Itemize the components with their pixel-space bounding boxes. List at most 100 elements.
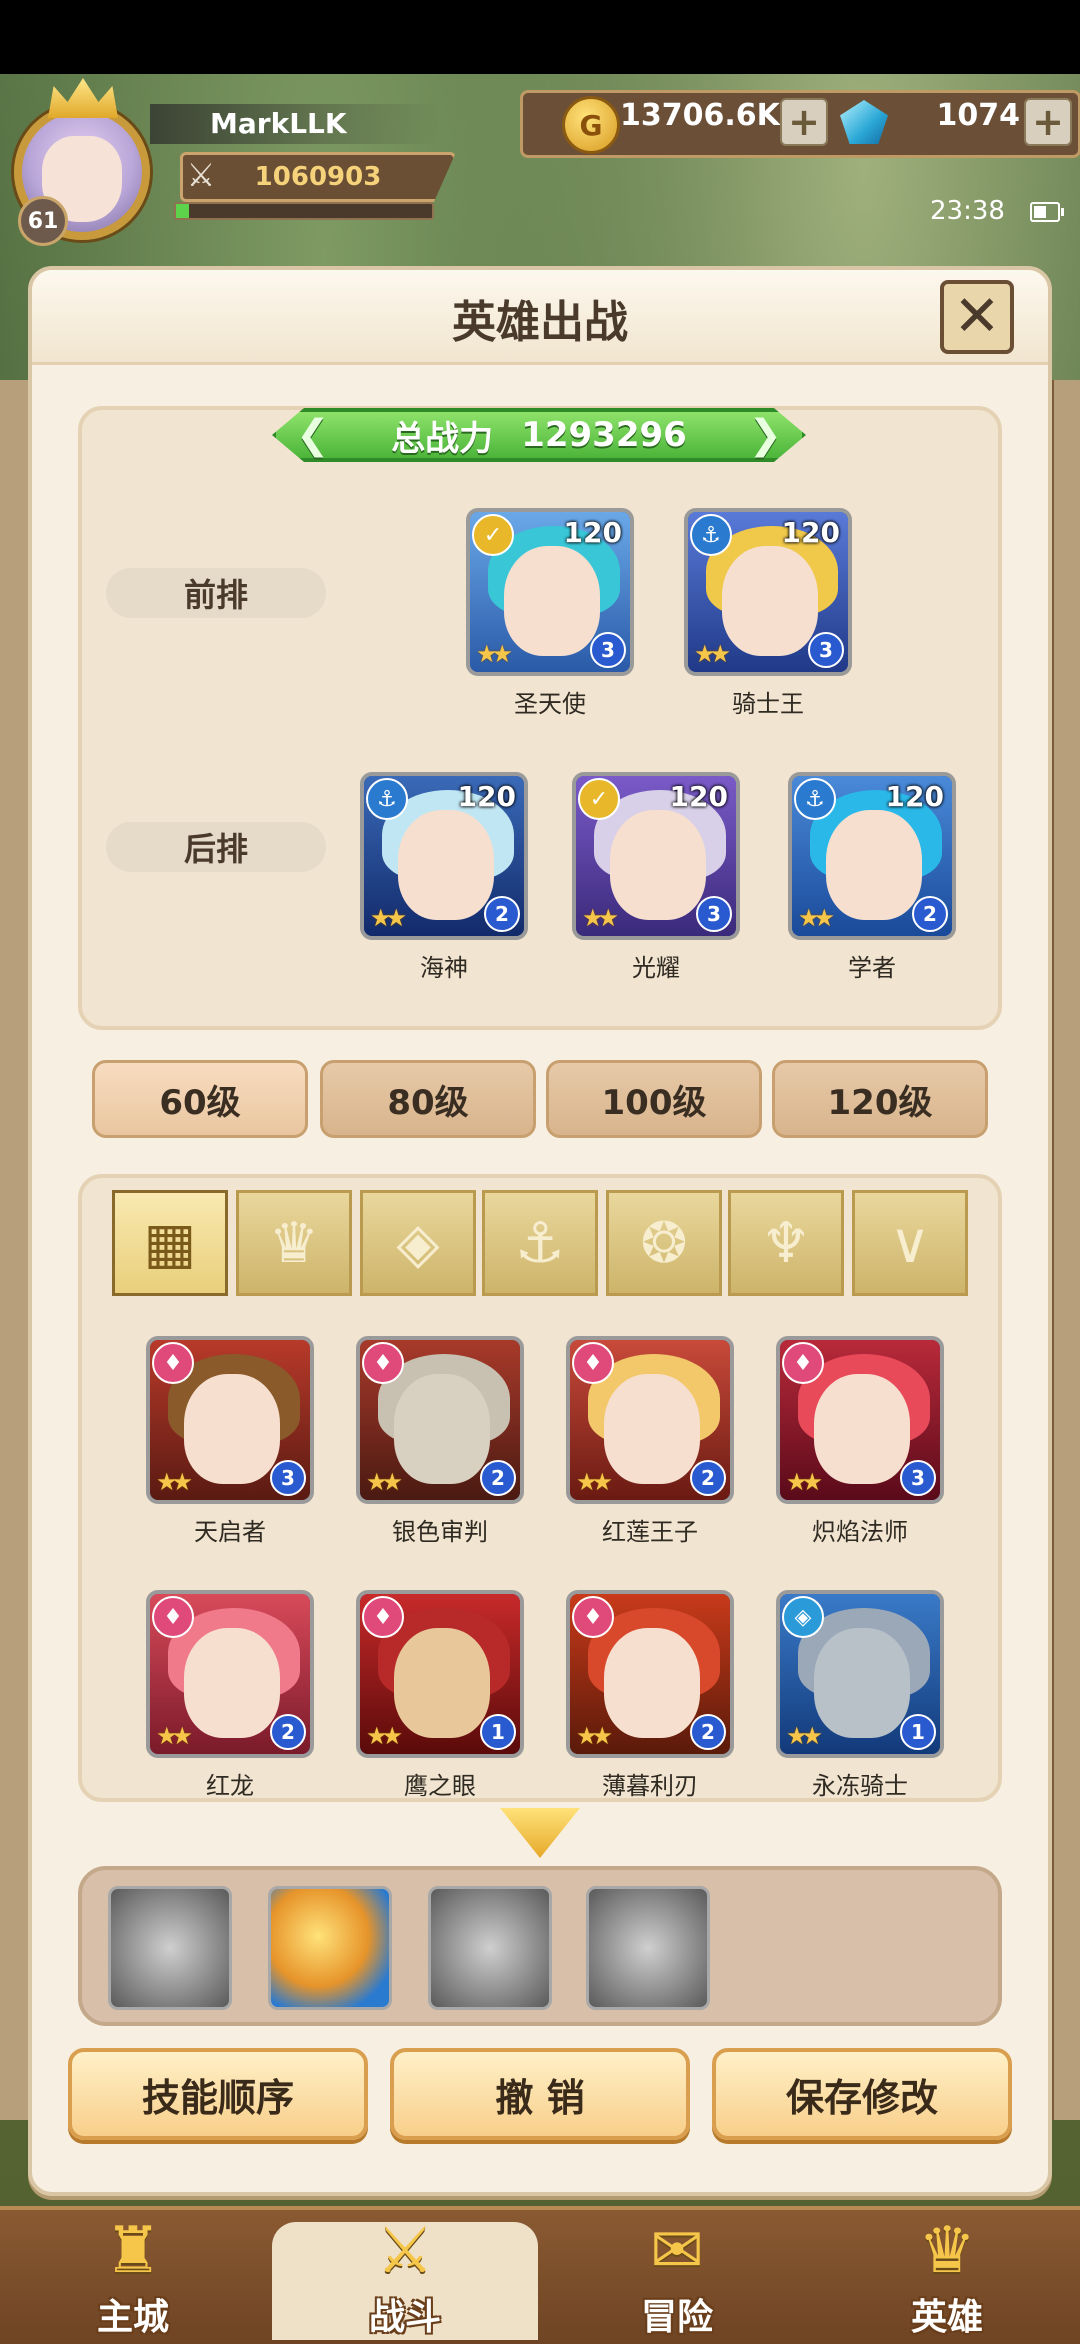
roster-hero-card[interactable]: ♦ ★★ 2 薄暮利刃 [566,1590,734,1801]
class-badge-icon: ✓ [578,778,620,820]
back-hero-card[interactable]: ⚓ 120 ★★ 2 海神 [360,772,528,983]
crown-icon: ♛ [268,1210,320,1276]
star-icons: ★★ [582,904,619,932]
hero-name: 薄暮利刃 [602,1772,698,1800]
front-row-label: 前排 [106,568,326,618]
level-filter-100[interactable]: 100级 [546,1060,762,1138]
tab-class-wolf[interactable]: ♆ [728,1190,844,1296]
horn-icon: ∨ [889,1210,931,1276]
nav-adventure[interactable]: ✉ 冒险 [544,2214,810,2340]
add-gems-button[interactable]: + [1024,98,1072,146]
grid-icon: ▦ [143,1210,197,1276]
hero-portrait: ♦ ★★ 3 [146,1336,314,1504]
class-badge-icon: ✓ [472,514,514,556]
back-hero-card[interactable]: ✓ 120 ★★ 3 光耀 [572,772,740,983]
skill-slot[interactable] [268,1886,392,2010]
hero-portrait: ♦ ★★ 2 [146,1590,314,1758]
star-icons: ★★ [156,1722,193,1750]
nav-heroes[interactable]: ♛ 英雄 [814,2214,1080,2340]
tab-class-anchor[interactable]: ⚓ [482,1190,598,1296]
exp-bar [174,202,434,220]
hero-rank: 3 [900,1460,936,1496]
hero-portrait: ♦ ★★ 2 [566,1590,734,1758]
anchor-icon: ⚓ [794,778,836,820]
front-hero-card[interactable]: ✓ 120 ★★ 3 圣天使 [466,508,634,719]
roster-hero-card[interactable]: ♦ ★★ 2 红龙 [146,1590,314,1801]
flame-class-icon: ♦ [572,1342,614,1384]
tab-class-crown[interactable]: ♛ [236,1190,352,1296]
skill-slot[interactable] [586,1886,710,2010]
hero-level: 120 [885,780,944,813]
hero-name: 学者 [848,954,896,982]
hero-portrait: ◈ ★★ 1 [776,1590,944,1758]
flame-class-icon: ♦ [782,1342,824,1384]
scroll-map-icon: ✉ [650,2214,704,2288]
close-icon: ✕ [953,284,1001,349]
nav-battle[interactable]: ⚔ 战斗 [272,2214,538,2340]
star-icons: ★★ [786,1722,823,1750]
hero-rank: 2 [690,1460,726,1496]
roster-hero-card[interactable]: ◈ ★★ 1 永冻骑士 [776,1590,944,1801]
skill-order-button[interactable]: 技能顺序 [68,2048,368,2140]
star-icons: ★★ [370,904,407,932]
close-button[interactable]: ✕ [940,280,1014,354]
exp-bar-fill [176,204,189,218]
save-button[interactable]: 保存修改 [712,2048,1012,2140]
right-frame-decoration [1050,380,1080,2120]
hero-name: 光耀 [632,954,680,982]
roster-hero-card[interactable]: ♦ ★★ 2 银色审判 [356,1336,524,1547]
gem-amount: 1074 [936,98,1021,133]
flame-class-icon: ♦ [572,1596,614,1638]
hero-level: 120 [563,516,622,549]
roster-hero-card[interactable]: ♦ ★★ 1 鹰之眼 [356,1590,524,1801]
tab-class-diamond[interactable]: ◈ [360,1190,476,1296]
skill-slot[interactable] [108,1886,232,2010]
clock: 23:38 [930,196,1005,226]
star-icons: ★★ [366,1468,403,1496]
hero-level: 120 [669,780,728,813]
skill-slot[interactable] [428,1886,552,2010]
level-filter-60[interactable]: 60级 [92,1060,308,1138]
roster-hero-card[interactable]: ♦ ★★ 3 炽焰法师 [776,1336,944,1547]
hero-portrait: ✓ 120 ★★ 3 [572,772,740,940]
hero-rank: 2 [484,896,520,932]
crossed-swords-icon: ⚔ [376,2214,434,2288]
crown-icon [48,78,118,118]
nav-home[interactable]: ♜ 主城 [0,2214,266,2340]
star-icons: ★★ [366,1722,403,1750]
star-icons: ★★ [798,904,835,932]
hero-name: 骑士王 [732,690,804,718]
hero-name: 红莲王子 [602,1518,698,1546]
level-filter-120[interactable]: 120级 [772,1060,988,1138]
hero-name: 炽焰法师 [812,1518,908,1546]
hero-rank: 3 [590,632,626,668]
undo-button[interactable]: 撤 销 [390,2048,690,2140]
star-icons: ★★ [576,1468,613,1496]
hero-rank: 2 [912,896,948,932]
level-filter-80[interactable]: 80级 [320,1060,536,1138]
diamond-icon: ◈ [396,1210,440,1276]
player-name: MarkLLK [150,104,440,144]
gold-amount: 13706.6K [620,98,780,133]
add-gold-button[interactable]: + [780,98,828,146]
hero-name: 天启者 [194,1518,266,1546]
back-hero-card[interactable]: ⚓ 120 ★★ 2 学者 [788,772,956,983]
flame-class-icon: ♦ [152,1342,194,1384]
hero-portrait: ♦ ★★ 1 [356,1590,524,1758]
star-icons: ★★ [476,640,513,668]
tab-all[interactable]: ▦ [112,1190,228,1296]
tab-class-horn[interactable]: ∨ [852,1190,968,1296]
star-icons: ★★ [786,1468,823,1496]
roster-hero-card[interactable]: ♦ ★★ 2 红莲王子 [566,1336,734,1547]
chevron-left-icon: ❮ [296,412,330,458]
hero-name: 鹰之眼 [404,1772,476,1800]
anchor-icon: ⚓ [690,514,732,556]
star-icons: ★★ [156,1468,193,1496]
total-power-value: 1293296 [521,415,687,455]
front-hero-card[interactable]: ⚓ 120 ★★ 3 骑士王 [684,508,852,719]
roster-hero-card[interactable]: ♦ ★★ 3 天启者 [146,1336,314,1547]
hero-portrait: ⚓ 120 ★★ 2 [360,772,528,940]
tab-class-beast[interactable]: ❂ [606,1190,722,1296]
hero-portrait: ♦ ★★ 3 [776,1336,944,1504]
hero-name: 永冻骑士 [812,1772,908,1800]
